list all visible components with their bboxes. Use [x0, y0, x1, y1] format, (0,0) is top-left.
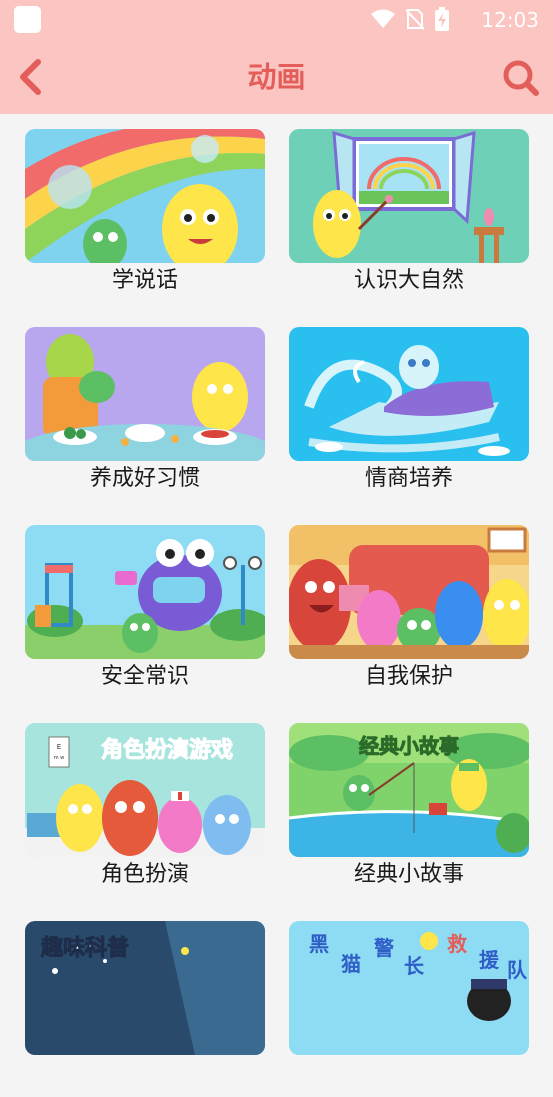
svg-text:警: 警 — [374, 936, 394, 960]
category-card-self-protection[interactable]: 自我保护 — [289, 525, 529, 701]
svg-text:长: 长 — [404, 954, 425, 978]
svg-text:队: 队 — [507, 958, 528, 982]
category-card-good-habits[interactable]: 养成好习惯 — [25, 327, 265, 503]
category-thumbnail: E m w 角色扮演游戏 — [25, 723, 265, 857]
category-card-classic-stories[interactable]: 经典小故事 经典小故事 — [289, 723, 529, 899]
svg-text:黑: 黑 — [309, 932, 329, 956]
battery-charging-icon — [435, 7, 449, 31]
category-label: 情商培养 — [364, 466, 453, 491]
classic-stories-banner-text: 经典小故事 — [359, 734, 459, 758]
category-thumbnail: 经典小故事 — [289, 723, 529, 857]
category-card-role-play[interactable]: E m w 角色扮演游戏 角色扮演 — [25, 723, 265, 899]
category-card-black-cat[interactable]: 黑 猫 警 长 救 援 队 — [289, 921, 529, 1097]
wifi-icon — [370, 9, 395, 28]
category-thumbnail — [25, 525, 265, 659]
category-card-fun-science[interactable]: 趣味科普 — [25, 921, 265, 1097]
category-card-eq[interactable]: 情商培养 — [289, 327, 529, 503]
svg-text:猫: 猫 — [341, 952, 361, 976]
role-play-banner-text: 角色扮演游戏 — [101, 737, 233, 763]
category-label: 养成好习惯 — [89, 466, 200, 491]
category-card-nature[interactable]: 认识大自然 — [289, 129, 529, 305]
category-thumbnail — [289, 525, 529, 659]
category-thumbnail: 趣味科普 — [25, 921, 265, 1055]
title-bar: 动画 — [0, 40, 553, 114]
svg-text:救: 救 — [447, 932, 467, 956]
category-thumbnail — [25, 129, 265, 263]
category-label: 安全常识 — [100, 664, 189, 689]
category-thumbnail — [289, 129, 529, 263]
category-label: 自我保护 — [364, 664, 453, 689]
status-bar: 12:03 — [0, 0, 553, 40]
status-time: 12:03 — [481, 8, 539, 32]
category-card-learn-speaking[interactable]: 学说话 — [25, 129, 265, 305]
svg-text:E: E — [57, 743, 61, 751]
search-button[interactable] — [501, 58, 541, 98]
category-label: 角色扮演 — [100, 862, 189, 887]
no-sim-icon — [405, 9, 424, 30]
category-label: 认识大自然 — [353, 268, 464, 293]
category-label: 经典小故事 — [353, 862, 464, 887]
fun-science-banner-text: 趣味科普 — [40, 935, 129, 961]
svg-text:m w: m w — [54, 755, 65, 761]
search-icon — [503, 60, 539, 96]
category-card-safety[interactable]: 安全常识 — [25, 525, 265, 701]
category-thumbnail: 黑 猫 警 长 救 援 队 — [289, 921, 529, 1055]
category-thumbnail — [289, 327, 529, 461]
svg-text:援: 援 — [479, 948, 500, 972]
app-notification-icon — [14, 6, 41, 33]
category-label: 学说话 — [111, 268, 178, 293]
category-thumbnail — [25, 327, 265, 461]
page-title: 动画 — [247, 60, 306, 94]
